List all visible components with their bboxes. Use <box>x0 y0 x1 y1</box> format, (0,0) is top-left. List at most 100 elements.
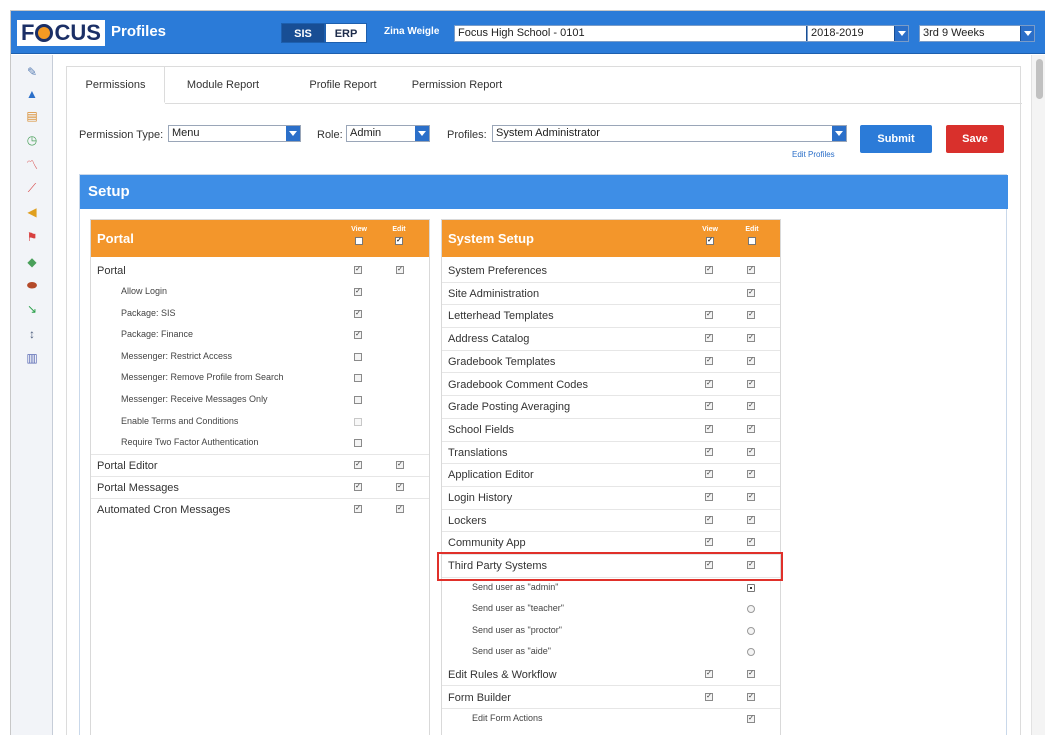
view-checkbox[interactable]: ✓ <box>705 266 713 274</box>
view-checkbox[interactable]: ✓ <box>354 504 362 513</box>
edit-checkbox[interactable]: ✓ <box>747 424 755 433</box>
megaphone-icon[interactable]: ◀ <box>25 205 39 219</box>
edit-checkbox[interactable]: ✓ <box>747 447 755 456</box>
view-checkbox[interactable] <box>354 396 362 404</box>
view-checkbox[interactable]: ✓ <box>705 493 713 501</box>
scrollbar-thumb[interactable] <box>1036 59 1043 99</box>
edit-checkbox[interactable]: ✓ <box>747 288 755 297</box>
view-checkbox[interactable]: ✓ <box>705 311 713 320</box>
permission-label: Lockers <box>448 514 487 527</box>
chart-icon[interactable]: 〽 <box>25 158 39 172</box>
edit-checkbox[interactable]: ✓ <box>747 266 755 274</box>
permission-row: School Fields ✓ ✓ <box>442 419 780 442</box>
view-checkbox[interactable] <box>354 439 362 448</box>
focus-logo[interactable]: F CUS <box>17 17 105 49</box>
edit-checkbox[interactable]: ✓ <box>747 334 755 343</box>
edit-checkbox[interactable]: ✓ <box>747 669 755 678</box>
leaf-icon[interactable]: ◆ <box>25 255 39 269</box>
permission-label: Messenger: Remove Profile from Search <box>121 372 284 383</box>
user-name[interactable]: Zina Weigle <box>384 26 439 37</box>
view-checkbox[interactable] <box>354 374 362 383</box>
view-checkbox[interactable]: ✓ <box>705 470 713 479</box>
clock-icon[interactable]: ◷ <box>25 133 39 147</box>
view-checkbox[interactable]: ✓ <box>354 266 362 274</box>
sis-toggle-button[interactable]: SIS <box>281 23 325 43</box>
football-icon[interactable]: ⬬ <box>25 278 39 292</box>
edit-checkbox[interactable]: ✓ <box>747 402 755 411</box>
permission-label: Package: Finance <box>121 329 194 340</box>
dollar-icon[interactable]: ↕ <box>25 327 39 341</box>
graph-icon[interactable]: ⟋ <box>25 181 39 195</box>
view-checkbox[interactable]: ✓ <box>354 482 362 491</box>
view-checkbox[interactable]: ✓ <box>354 309 362 318</box>
chevron-down-icon <box>894 26 908 41</box>
term-select[interactable]: 3rd 9 Weeks <box>919 25 1035 42</box>
save-button[interactable]: Save <box>946 125 1004 153</box>
edit-checkbox[interactable]: ✓ <box>747 311 755 320</box>
school-select[interactable]: Focus High School - 0101 <box>454 25 821 42</box>
edit-radio[interactable] <box>747 648 755 657</box>
edit-profiles-link[interactable]: Edit Profiles <box>792 150 835 159</box>
arrow-icon[interactable]: ↘ <box>25 302 39 316</box>
view-checkbox[interactable] <box>354 417 362 426</box>
view-all-checkbox[interactable]: ✓ <box>706 237 714 245</box>
view-column-label: View <box>351 226 367 233</box>
year-select[interactable]: 2018-2019 <box>807 25 909 42</box>
edit-checkbox[interactable]: ✓ <box>747 356 755 365</box>
view-checkbox[interactable]: ✓ <box>705 669 713 678</box>
erp-toggle-button[interactable]: ERP <box>325 23 367 43</box>
permission-label: Edit Form Actions <box>472 713 543 724</box>
view-checkbox[interactable]: ✓ <box>354 331 362 340</box>
tab-permissions[interactable]: Permissions <box>67 67 165 103</box>
edit-checkbox[interactable]: ✓ <box>747 715 755 724</box>
edit-column-label: Edit <box>392 226 406 233</box>
view-checkbox[interactable]: ✓ <box>705 402 713 411</box>
chevron-down-icon <box>1020 26 1034 41</box>
edit-checkbox[interactable]: ✓ <box>396 482 404 491</box>
edit-checkbox[interactable]: ✓ <box>747 379 755 388</box>
view-checkbox[interactable]: ✓ <box>705 692 713 701</box>
pencil-icon[interactable]: ✎ <box>25 65 39 79</box>
permission-type-select[interactable]: Menu <box>168 125 301 142</box>
view-column-label: View <box>702 226 718 233</box>
flag-icon[interactable]: ⚑ <box>25 230 39 244</box>
view-checkbox[interactable]: ✓ <box>705 515 713 524</box>
edit-checkbox[interactable]: ✓ <box>747 692 755 701</box>
profiles-select[interactable]: System Administrator <box>492 125 847 142</box>
view-checkbox[interactable]: ✓ <box>705 379 713 388</box>
permission-row: System Preferences ✓ ✓ <box>442 260 780 283</box>
vertical-scrollbar[interactable] <box>1031 55 1045 735</box>
submit-button[interactable]: Submit <box>860 125 932 153</box>
view-checkbox[interactable]: ✓ <box>354 288 362 296</box>
edit-checkbox[interactable]: ✓ <box>747 538 755 547</box>
view-all-checkbox[interactable] <box>355 237 363 245</box>
edit-radio[interactable] <box>747 583 755 592</box>
tab-permission-report[interactable]: Permission Report <box>405 67 509 103</box>
building-icon[interactable]: ▲ <box>25 87 39 101</box>
view-checkbox[interactable]: ✓ <box>705 424 713 433</box>
edit-radio[interactable] <box>747 626 755 635</box>
edit-checkbox[interactable]: ✓ <box>396 504 404 513</box>
sidebar: ✎ ▲ ▤ ◷ 〽 ⟋ ◀ ⚑ ◆ ⬬ ↘ ↕ ▥ <box>11 55 53 735</box>
edit-all-checkbox[interactable] <box>748 237 756 245</box>
edit-checkbox[interactable]: ✓ <box>747 493 755 501</box>
view-checkbox[interactable]: ✓ <box>705 334 713 343</box>
books-icon[interactable]: ▤ <box>25 109 39 123</box>
tab-profile-report[interactable]: Profile Report <box>295 67 391 103</box>
edit-checkbox[interactable]: ✓ <box>747 470 755 479</box>
view-checkbox[interactable] <box>354 352 362 361</box>
edit-column-label: Edit <box>745 226 759 233</box>
edit-radio[interactable] <box>747 605 755 614</box>
edit-checkbox[interactable]: ✓ <box>747 515 755 524</box>
edit-all-checkbox[interactable]: ✓ <box>395 237 403 245</box>
edit-checkbox[interactable]: ✓ <box>396 460 404 469</box>
view-checkbox[interactable]: ✓ <box>354 460 362 469</box>
view-checkbox[interactable]: ✓ <box>705 447 713 456</box>
permission-label: Grade Posting Averaging <box>448 401 571 414</box>
view-checkbox[interactable]: ✓ <box>705 538 713 547</box>
view-checkbox[interactable]: ✓ <box>705 356 713 365</box>
bar-chart-icon[interactable]: ▥ <box>25 351 39 365</box>
tab-module-report[interactable]: Module Report <box>175 67 271 103</box>
edit-checkbox[interactable]: ✓ <box>396 266 404 274</box>
role-select[interactable]: Admin <box>346 125 430 142</box>
